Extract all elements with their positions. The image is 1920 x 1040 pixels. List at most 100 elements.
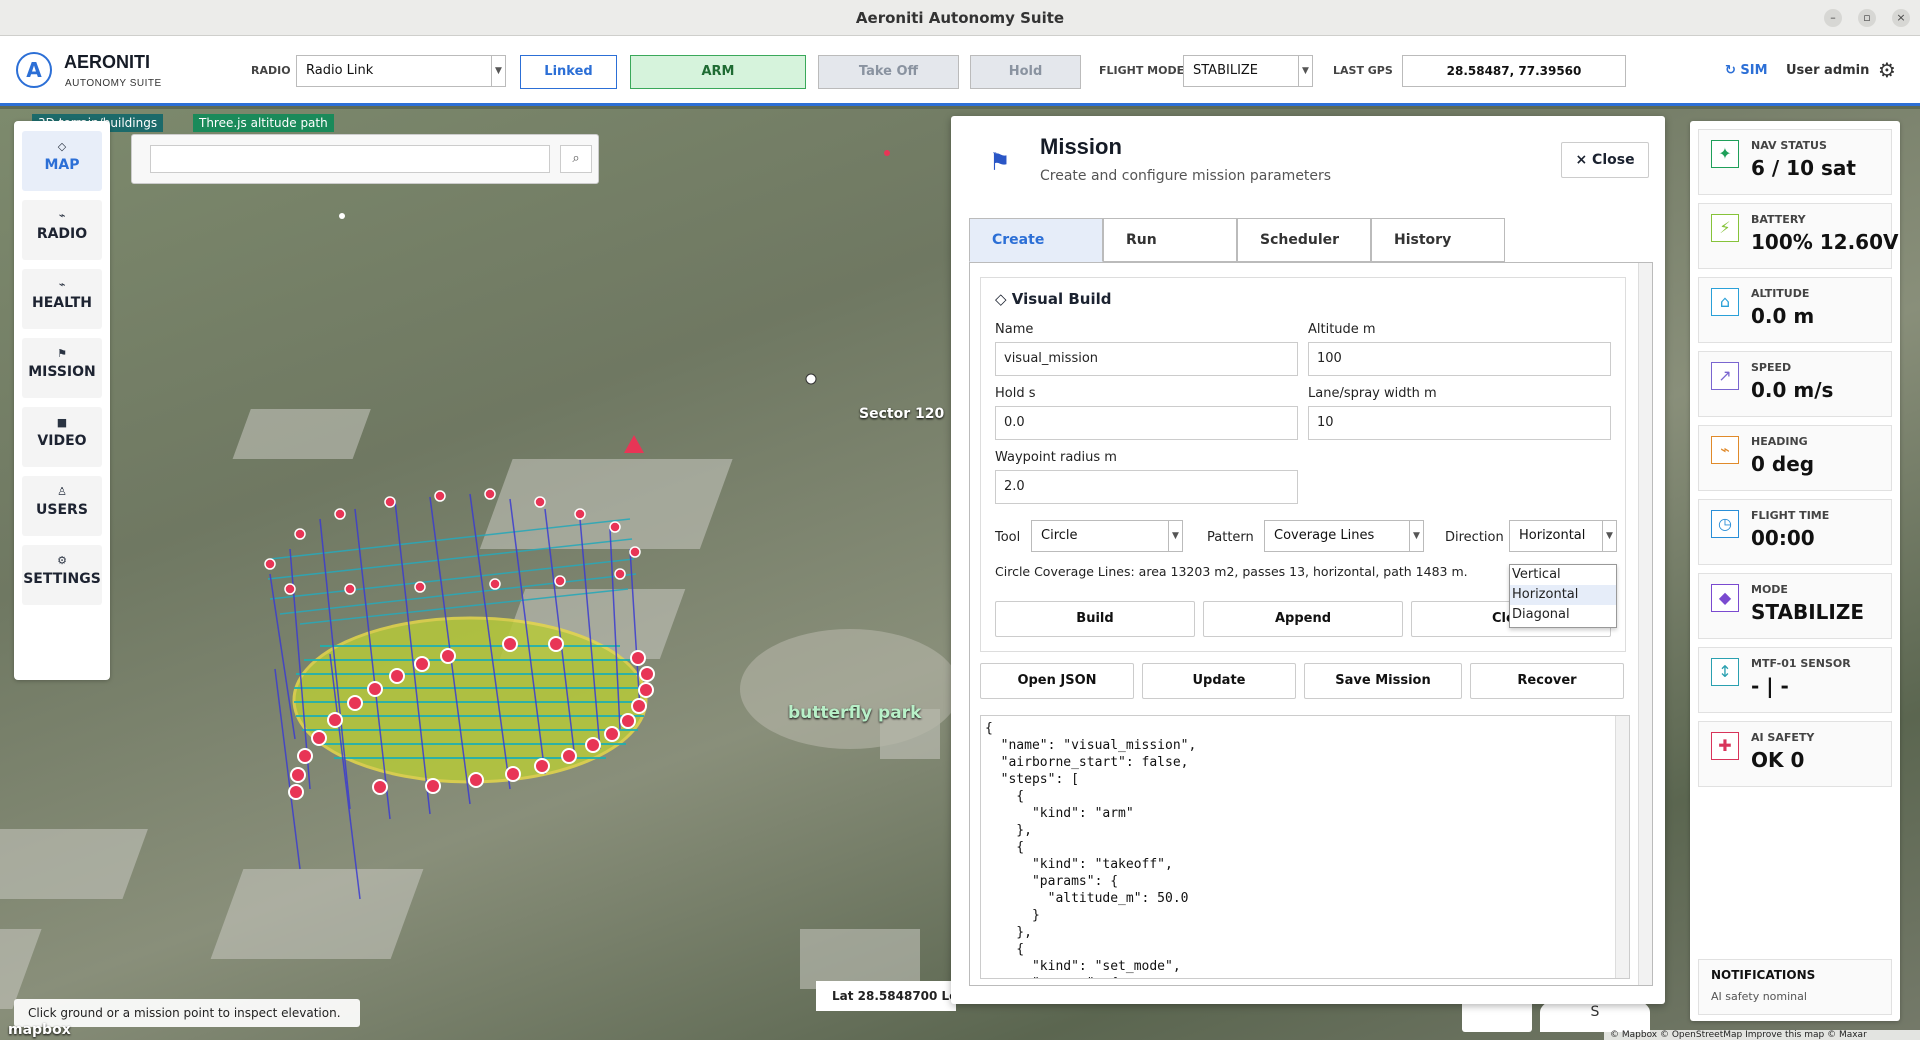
recover-button[interactable]: Recover	[1470, 663, 1624, 699]
direction-option-horizontal[interactable]: Horizontal	[1510, 585, 1616, 605]
radio-icon: ⌁	[58, 209, 66, 222]
lane-width-input[interactable]: 10	[1308, 406, 1611, 440]
nav-video-label: VIDEO	[37, 433, 87, 449]
waypoint-radius-input[interactable]: 2.0	[995, 470, 1298, 504]
card-value: 6 / 10 sat	[1751, 156, 1856, 180]
satellite-icon: ✦	[1711, 140, 1739, 168]
map-search-input[interactable]	[150, 145, 550, 173]
card-value: 0.0 m	[1751, 304, 1815, 328]
compass-south-label: S	[1590, 1004, 1600, 1020]
left-sidebar: ◇ MAP ⌁ RADIO ⌁ HEALTH ⚑ MISSION ■ VIDEO…	[14, 121, 110, 680]
direction-option-diagonal[interactable]: Diagonal	[1510, 605, 1616, 625]
card-label: BATTERY	[1751, 213, 1806, 226]
card-label: SPEED	[1751, 361, 1792, 374]
visual-build-section: ◇ Visual Build Name visual_mission Altit…	[980, 277, 1626, 652]
nav-health[interactable]: ⌁ HEALTH	[22, 269, 102, 329]
hold-input[interactable]: 0.0	[995, 406, 1298, 440]
search-icon[interactable]: ⌕	[560, 145, 592, 173]
direction-value: Horizontal	[1519, 528, 1586, 543]
visual-build-title: Visual Build	[1011, 290, 1112, 308]
create-scroll-area[interactable]: ◇ Visual Build Name visual_mission Altit…	[969, 262, 1653, 986]
mapbox-logo: mapbox	[8, 1022, 71, 1038]
card-mtf-sensor: ↕ MTF-01 SENSOR - | -	[1698, 647, 1892, 713]
open-json-button[interactable]: Open JSON	[980, 663, 1134, 699]
tab-run[interactable]: Run	[1103, 218, 1237, 262]
altitude-label: Altitude m	[1308, 322, 1376, 337]
card-label: MODE	[1751, 583, 1788, 596]
mission-json-editor[interactable]: { "name": "visual_mission", "airborne_st…	[980, 715, 1630, 979]
json-scrollbar[interactable]	[1615, 716, 1629, 978]
map-label-park: butterfly park	[788, 703, 922, 723]
panel-scrollbar[interactable]	[1638, 263, 1652, 985]
nav-map[interactable]: ◇ MAP	[22, 131, 102, 191]
card-label: MTF-01 SENSOR	[1751, 657, 1851, 670]
last-gps-label: LAST GPS	[1333, 64, 1393, 77]
card-label: FLIGHT TIME	[1751, 509, 1830, 522]
pattern-select[interactable]: Coverage Lines ▼	[1264, 520, 1424, 552]
card-ai-safety: ✚ AI SAFETY OK 0	[1698, 721, 1892, 787]
card-label: AI SAFETY	[1751, 731, 1815, 744]
tab-scheduler[interactable]: Scheduler	[1237, 218, 1371, 262]
user-menu[interactable]: User admin	[1786, 63, 1869, 78]
health-icon: ⌁	[58, 278, 66, 291]
last-gps-value: 28.58487, 77.39560	[1402, 55, 1626, 87]
sensor-icon: ↕	[1711, 658, 1739, 686]
notifications-body: AI safety nominal	[1711, 990, 1807, 1003]
name-input[interactable]: visual_mission	[995, 342, 1298, 376]
nav-users[interactable]: ♙ USERS	[22, 476, 102, 536]
card-label: NAV STATUS	[1751, 139, 1827, 152]
mission-panel: ⚑ Mission Create and configure mission p…	[951, 116, 1665, 1004]
nav-health-label: HEALTH	[32, 295, 92, 311]
card-label: HEADING	[1751, 435, 1808, 448]
arm-button[interactable]: ARM	[630, 55, 806, 89]
altitude-icon: ⌂	[1711, 288, 1739, 316]
pattern-value: Coverage Lines	[1274, 528, 1375, 543]
radio-select[interactable]: Radio Link ▼	[296, 55, 506, 87]
flag-icon: ⚑	[57, 347, 67, 360]
append-button[interactable]: Append	[1203, 601, 1403, 637]
build-button[interactable]: Build	[995, 601, 1195, 637]
save-mission-button[interactable]: Save Mission	[1304, 663, 1462, 699]
maximize-icon[interactable]: ▫	[1858, 9, 1876, 27]
close-button[interactable]: × Close	[1561, 142, 1649, 178]
mode-icon: ◆	[1711, 584, 1739, 612]
tab-history[interactable]: History	[1371, 218, 1505, 262]
gear-icon[interactable]: ⚙	[1878, 58, 1896, 82]
top-toolbar: A AERONITI AUTONOMY SUITE RADIO Radio Li…	[0, 36, 1920, 106]
minimize-icon[interactable]: –	[1824, 9, 1842, 27]
chevron-down-icon: ▼	[1409, 521, 1423, 551]
nav-video[interactable]: ■ VIDEO	[22, 407, 102, 467]
sim-toggle[interactable]: ↻ SIM	[1725, 63, 1768, 78]
direction-option-vertical[interactable]: Vertical	[1510, 565, 1616, 585]
tab-create[interactable]: Create	[969, 218, 1103, 262]
map-label-sector: Sector 120	[859, 406, 945, 422]
map-attribution[interactable]: © Mapbox © OpenStreetMap Improve this ma…	[1604, 1030, 1920, 1040]
telemetry-panel: ✦ NAV STATUS 6 / 10 sat ⚡ BATTERY 100% 1…	[1690, 121, 1900, 1021]
altitude-input[interactable]: 100	[1308, 342, 1611, 376]
speed-icon: ↗	[1711, 362, 1739, 390]
linked-button[interactable]: Linked	[520, 55, 617, 89]
clock-icon: ◷	[1711, 510, 1739, 538]
card-battery: ⚡ BATTERY 100% 12.60V	[1698, 203, 1899, 269]
card-value: 100% 12.60V	[1751, 230, 1899, 254]
chevron-down-icon: ▼	[491, 56, 505, 86]
radio-label: RADIO	[251, 64, 291, 77]
card-nav-status: ✦ NAV STATUS 6 / 10 sat	[1698, 129, 1892, 195]
close-window-icon[interactable]: ×	[1892, 9, 1910, 27]
flag-icon: ⚑	[989, 148, 1011, 176]
takeoff-button[interactable]: Take Off	[818, 55, 959, 89]
altitude-path-chip[interactable]: Three.js altitude path	[193, 114, 334, 132]
gear-icon: ⚙	[57, 554, 67, 567]
flight-mode-select[interactable]: STABILIZE ▼	[1183, 55, 1313, 87]
nav-mission[interactable]: ⚑ MISSION	[22, 338, 102, 398]
tool-select[interactable]: Circle ▼	[1031, 520, 1183, 552]
window-title: Aeroniti Autonomy Suite	[855, 9, 1065, 27]
direction-select[interactable]: Horizontal ▼	[1509, 520, 1617, 552]
update-button[interactable]: Update	[1142, 663, 1296, 699]
nav-radio[interactable]: ⌁ RADIO	[22, 200, 102, 260]
nav-settings[interactable]: ⚙ SETTINGS	[22, 545, 102, 605]
plus-icon: ✚	[1711, 732, 1739, 760]
hold-label: Hold s	[995, 386, 1036, 401]
chevron-down-icon: ▼	[1298, 56, 1312, 86]
hold-button[interactable]: Hold	[970, 55, 1081, 89]
